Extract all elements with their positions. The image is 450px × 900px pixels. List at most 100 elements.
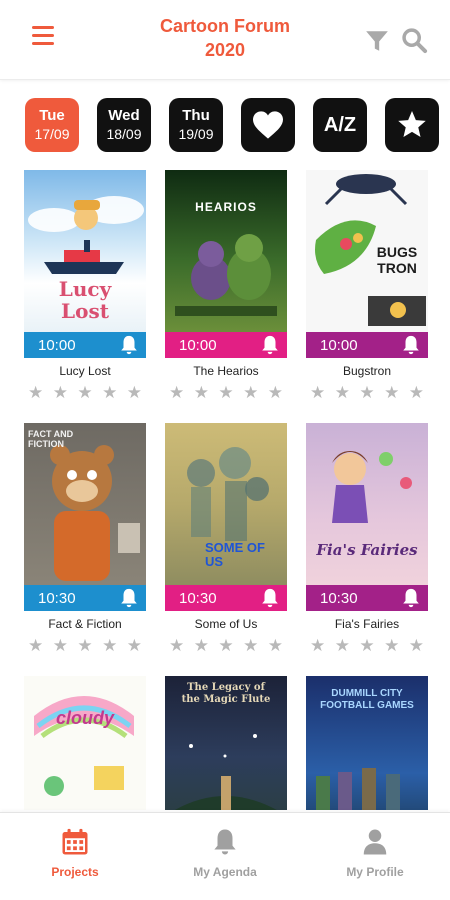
bell-icon[interactable]: [118, 334, 140, 356]
project-card[interactable]: Lucy Lost 10:00 Lucy Lost ★ ★ ★ ★ ★: [24, 170, 146, 402]
nav-my-profile[interactable]: My Profile: [300, 813, 450, 900]
rating-stars[interactable]: ★ ★ ★ ★ ★: [306, 384, 428, 402]
star-icon[interactable]: ★: [169, 384, 184, 402]
star-icon[interactable]: ★: [359, 637, 374, 655]
filter-icon[interactable]: [364, 28, 390, 54]
star-icon[interactable]: ★: [194, 637, 209, 655]
project-card[interactable]: SOME OF US 10:30 Some of Us ★ ★ ★ ★ ★: [165, 423, 287, 655]
session-time: 10:00: [179, 336, 217, 354]
star-icon[interactable]: ★: [218, 637, 233, 655]
person-icon: [363, 829, 387, 855]
day-chip-day: Thu: [182, 107, 210, 124]
poster-art: [34, 696, 134, 796]
star-icon[interactable]: ★: [335, 384, 350, 402]
poster-title: Lucy Lost: [58, 277, 112, 323]
star-icon[interactable]: ★: [243, 637, 258, 655]
nav-my-agenda[interactable]: My Agenda: [150, 813, 300, 900]
rating-stars[interactable]: ★ ★ ★ ★ ★: [24, 637, 146, 655]
poster-title: BUGS TRON: [376, 244, 418, 276]
star-icon[interactable]: ★: [28, 637, 43, 655]
star-icon[interactable]: ★: [384, 384, 399, 402]
star-icon[interactable]: ★: [384, 637, 399, 655]
project-poster[interactable]: FACT AND FICTION: [24, 423, 146, 585]
project-card[interactable]: HEARIOS 10:00 The Hearios ★ ★ ★ ★ ★: [165, 170, 287, 402]
poster-title: SOME OF US: [205, 540, 265, 569]
project-card[interactable]: The Legacy of the Magic Flute: [165, 676, 287, 810]
project-poster[interactable]: SOME OF US: [165, 423, 287, 585]
bell-icon[interactable]: [400, 587, 422, 609]
alphabetical-sort-button[interactable]: A/Z: [313, 98, 367, 152]
star-icon[interactable]: ★: [218, 384, 233, 402]
star-icon[interactable]: ★: [77, 637, 92, 655]
star-icon[interactable]: ★: [310, 637, 325, 655]
star-icon[interactable]: ★: [243, 384, 258, 402]
calendar-icon: [62, 828, 88, 855]
session-time: 10:30: [320, 589, 358, 607]
session-time: 10:00: [320, 336, 358, 354]
star-icon[interactable]: ★: [169, 637, 184, 655]
starred-filter-button[interactable]: [385, 98, 439, 152]
star-icon[interactable]: ★: [127, 637, 142, 655]
project-card[interactable]: FACT AND FICTION 10:30 Fact & Fiction ★ ★…: [24, 423, 146, 655]
rating-stars[interactable]: ★ ★ ★ ★ ★: [306, 637, 428, 655]
star-icon[interactable]: ★: [335, 637, 350, 655]
day-chip-thu[interactable]: Thu 19/09: [169, 98, 223, 152]
star-icon[interactable]: ★: [359, 384, 374, 402]
bell-icon[interactable]: [259, 587, 281, 609]
star-icon[interactable]: ★: [268, 384, 283, 402]
poster-title: HEARIOS: [195, 200, 257, 214]
favorites-filter-button[interactable]: [241, 98, 295, 152]
star-icon[interactable]: ★: [53, 637, 68, 655]
star-icon[interactable]: ★: [127, 384, 142, 402]
rating-stars[interactable]: ★ ★ ★ ★ ★: [24, 384, 146, 402]
bell-icon[interactable]: [400, 334, 422, 356]
poster-title: The Legacy of the Magic Flute: [181, 682, 271, 705]
project-poster[interactable]: DUMMILL CITY FOOTBALL GAMES: [306, 676, 428, 810]
star-icon[interactable]: ★: [53, 384, 68, 402]
star-icon[interactable]: ★: [102, 637, 117, 655]
day-chip-tue[interactable]: Tue 17/09: [25, 98, 79, 152]
day-chip-day: Tue: [39, 107, 65, 124]
star-icon[interactable]: ★: [409, 384, 424, 402]
app-header: Cartoon Forum 2020: [0, 0, 450, 80]
star-icon[interactable]: ★: [28, 384, 43, 402]
heart-icon: [253, 111, 283, 139]
project-poster[interactable]: Fia's Fairies: [306, 423, 428, 585]
session-time: 10:00: [38, 336, 76, 354]
session-time: 10:30: [38, 589, 76, 607]
star-icon[interactable]: ★: [102, 384, 117, 402]
project-title: Fia's Fairies: [334, 617, 400, 631]
bell-icon[interactable]: [118, 587, 140, 609]
project-card[interactable]: cloudy: [24, 676, 146, 810]
star-icon[interactable]: ★: [268, 637, 283, 655]
star-icon[interactable]: ★: [194, 384, 209, 402]
star-icon[interactable]: ★: [77, 384, 92, 402]
time-bar: 10:30: [306, 585, 428, 611]
project-poster[interactable]: BUGS TRON: [306, 170, 428, 332]
poster-title: DUMMILL CITY FOOTBALL GAMES: [320, 688, 414, 711]
star-icon[interactable]: ★: [409, 637, 424, 655]
nav-label: Projects: [51, 865, 99, 879]
bell-icon[interactable]: [259, 334, 281, 356]
nav-label: My Profile: [346, 865, 404, 879]
rating-stars[interactable]: ★ ★ ★ ★ ★: [165, 637, 287, 655]
project-poster[interactable]: HEARIOS: [165, 170, 287, 332]
project-title: Lucy Lost: [59, 364, 111, 378]
time-bar: 10:30: [24, 585, 146, 611]
project-poster[interactable]: The Legacy of the Magic Flute: [165, 676, 287, 810]
nav-projects[interactable]: Projects: [0, 813, 150, 900]
project-card[interactable]: DUMMILL CITY FOOTBALL GAMES: [306, 676, 428, 810]
project-poster[interactable]: Lucy Lost: [24, 170, 146, 332]
day-chip-wed[interactable]: Wed 18/09: [97, 98, 151, 152]
time-bar: 10:00: [165, 332, 287, 358]
day-chip-day: Wed: [108, 107, 140, 124]
rating-stars[interactable]: ★ ★ ★ ★ ★: [165, 384, 287, 402]
project-poster[interactable]: cloudy: [24, 676, 146, 810]
star-icon[interactable]: ★: [310, 384, 325, 402]
search-icon[interactable]: [400, 26, 428, 54]
day-chip-date: 19/09: [178, 126, 214, 142]
poster-art: [175, 234, 277, 316]
project-card[interactable]: Fia's Fairies 10:30 Fia's Fairies ★ ★ ★ ★ ★: [306, 423, 428, 655]
poster-title: cloudy: [55, 708, 114, 728]
project-card[interactable]: BUGS TRON 10:00 Bugstron ★ ★ ★ ★ ★: [306, 170, 428, 402]
